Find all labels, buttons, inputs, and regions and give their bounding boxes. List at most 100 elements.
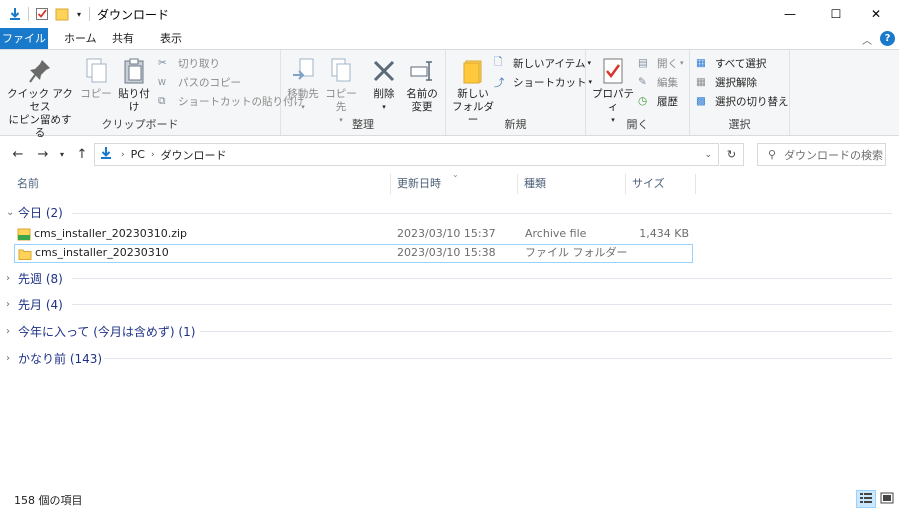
address-bar[interactable]: › PC › ダウンロード ⌄: [94, 143, 719, 166]
chevron-right-icon[interactable]: ›: [151, 150, 155, 160]
folder-icon: [18, 247, 32, 261]
select-all-button[interactable]: ▦ すべて選択: [696, 54, 766, 72]
help-icon[interactable]: ?: [880, 31, 895, 46]
copy-to-icon: [321, 54, 361, 88]
group-divider: [72, 213, 892, 214]
copy-button[interactable]: コピー: [80, 54, 112, 101]
scissors-icon: ✂: [158, 57, 167, 69]
column-header-type[interactable]: 種類: [524, 172, 546, 196]
group-divider: [200, 331, 892, 332]
chevron-down-icon: ▾: [680, 59, 684, 67]
move-to-icon: [285, 54, 321, 88]
up-button[interactable]: ↑: [72, 144, 92, 164]
column-divider[interactable]: [625, 174, 626, 194]
open-icon: ▤: [638, 57, 648, 69]
column-header-size[interactable]: サイズ: [632, 172, 665, 196]
rename-button[interactable]: 名前の 変更: [403, 54, 441, 114]
chevron-right-icon: ›: [6, 298, 10, 310]
rename-label-line2: 変更: [411, 101, 433, 113]
back-button[interactable]: ←: [8, 144, 28, 164]
file-row[interactable]: cms_installer_20230310.zip 2023/03/10 15…: [14, 225, 693, 244]
navigation-bar: ← → ▾ ↑ › PC › ダウンロード ⌄ ↻ ⚲ ダウンロードの検索: [0, 138, 899, 170]
arrow-right-icon: →: [37, 146, 49, 162]
group-header-long-ago[interactable]: › かなり前 (143): [6, 348, 102, 368]
details-view-icon: [859, 492, 873, 507]
group-header-today[interactable]: ⌄ 今日 (2): [6, 202, 63, 222]
select-none-button[interactable]: ▦ 選択解除: [696, 73, 757, 91]
file-row-selected[interactable]: cms_installer_20230310 2023/03/10 15:38 …: [14, 244, 693, 263]
delete-x-icon: [367, 54, 401, 88]
pin-icon: [4, 54, 76, 88]
file-type: ファイル フォルダー: [525, 246, 628, 259]
new-shortcut-button[interactable]: ⤴ ショートカット ▾: [494, 73, 592, 91]
select-none-label: 選択解除: [715, 76, 757, 89]
forward-button[interactable]: →: [33, 144, 53, 164]
collapse-ribbon-icon[interactable]: ︿: [862, 32, 872, 47]
refresh-button[interactable]: ↻: [720, 143, 744, 166]
chevron-right-icon[interactable]: ›: [121, 150, 125, 160]
arrow-left-icon: ←: [12, 146, 24, 162]
group-header-earlier-this-year[interactable]: › 今年に入って (今月は含めず) (1): [6, 321, 195, 341]
clipboard-group: クイック アクセス にピン留めする コピー 貼り付け ✂ 切り取り W パスのコ…: [0, 50, 304, 139]
edit-label: 編集: [657, 76, 678, 89]
paste-label: 貼り付け: [118, 88, 150, 113]
delete-button[interactable]: 削除 ▾: [367, 54, 401, 114]
select-group-label: 選択: [728, 118, 751, 131]
chevron-down-icon: ⌄: [6, 206, 15, 218]
recent-locations-button[interactable]: ▾: [55, 144, 69, 164]
group-divider: [72, 278, 892, 279]
group-label: 先週 (8): [18, 271, 63, 286]
search-box[interactable]: ⚲ ダウンロードの検索: [757, 143, 886, 166]
properties-label: プロパティ: [592, 88, 634, 113]
chevron-right-icon: ›: [6, 272, 10, 284]
explorer-app-icon: [8, 7, 22, 21]
file-name: cms_installer_20230310.zip: [34, 227, 188, 240]
ribbon: クイック アクセス にピン留めする コピー 貼り付け ✂ 切り取り W パスのコ…: [0, 49, 899, 139]
chevron-down-icon[interactable]: ▾: [73, 10, 85, 19]
group-label: 今年に入って (今月は含めず) (1): [18, 324, 196, 339]
rename-icon: [403, 54, 441, 88]
copy-to-label: コピー先: [325, 88, 357, 113]
address-dropdown-icon[interactable]: ⌄: [704, 150, 712, 160]
ribbon-tabs: ファイル ホーム 共有 表示 ︿ ?: [0, 28, 899, 49]
close-button[interactable]: ✕: [853, 0, 899, 28]
open-group: プロパティ ▾ ▤ 開く ▾ ✎ 編集 ◷ 履歴 開く: [586, 50, 690, 135]
column-header-date[interactable]: 更新日時: [397, 172, 441, 196]
column-divider[interactable]: [695, 174, 696, 194]
window-title: ダウンロード: [97, 8, 170, 22]
paste-shortcut-icon: ⧉: [158, 94, 166, 107]
new-folder-icon[interactable]: [55, 7, 69, 21]
tab-share[interactable]: 共有: [100, 28, 146, 49]
properties-icon[interactable]: [35, 7, 49, 21]
group-header-last-week[interactable]: › 先週 (8): [6, 268, 63, 288]
breadcrumb-pc[interactable]: PC: [131, 148, 145, 161]
cut-button[interactable]: ✂ 切り取り: [158, 54, 220, 72]
select-none-icon: ▦: [696, 76, 706, 88]
open-button[interactable]: ▤ 開く ▾: [638, 54, 684, 72]
select-all-label: すべて選択: [715, 57, 767, 70]
downloads-icon: [99, 146, 115, 163]
edit-button[interactable]: ✎ 編集: [638, 73, 678, 91]
group-label: 先月 (4): [18, 297, 63, 312]
paste-button[interactable]: 貼り付け: [114, 54, 154, 114]
new-item-button[interactable]: 🗋 新しいアイテム ▾: [494, 54, 591, 72]
new-group-label: 新規: [504, 118, 527, 131]
column-divider[interactable]: [390, 174, 391, 194]
breadcrumb-downloads[interactable]: ダウンロード: [161, 147, 227, 163]
tab-view[interactable]: 表示: [148, 28, 194, 49]
group-header-last-month[interactable]: › 先月 (4): [6, 294, 63, 314]
search-input[interactable]: ダウンロードの検索: [784, 147, 883, 163]
large-icons-view-button[interactable]: [877, 490, 897, 508]
chevron-down-icon: ▾: [59, 149, 64, 159]
copy-path-button[interactable]: W パスのコピー: [158, 73, 241, 91]
invert-selection-button[interactable]: ▩ 選択の切り替え: [696, 92, 789, 110]
minimize-button[interactable]: —: [767, 0, 813, 28]
history-button[interactable]: ◷ 履歴: [638, 92, 678, 110]
move-to-button[interactable]: 移動先 ▾: [285, 54, 321, 114]
copy-icon: [80, 54, 112, 88]
column-divider[interactable]: [517, 174, 518, 194]
tab-file[interactable]: ファイル: [0, 28, 48, 49]
details-view-button[interactable]: [856, 490, 876, 508]
column-header-name[interactable]: 名前: [17, 172, 39, 196]
group-divider: [104, 358, 892, 359]
